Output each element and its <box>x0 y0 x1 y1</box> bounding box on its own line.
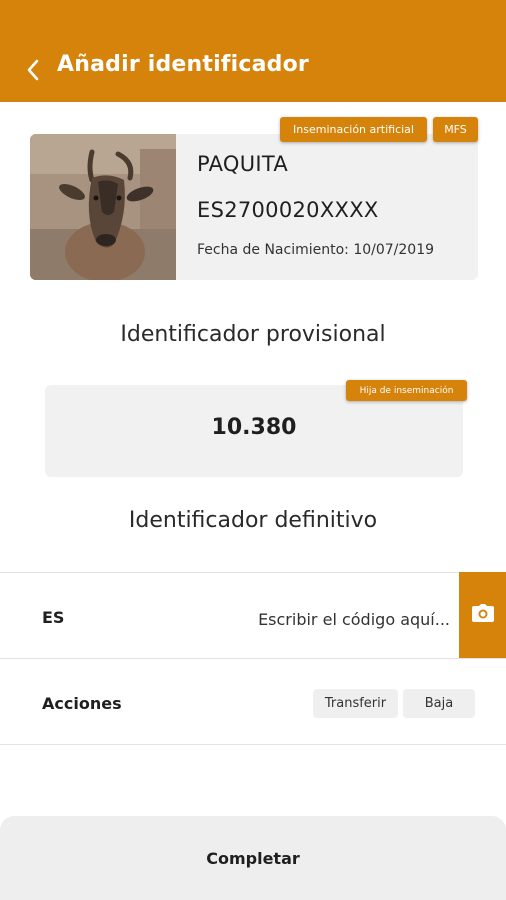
baja-button[interactable]: Baja <box>403 689 475 718</box>
divider <box>0 658 506 659</box>
birth-date: Fecha de Nacimiento: 10/07/2019 <box>197 242 435 258</box>
transfer-button[interactable]: Transferir <box>313 689 398 718</box>
divider <box>0 572 506 573</box>
definitive-title: Identificador definitivo <box>128 508 378 533</box>
goat-photo <box>30 134 176 280</box>
tag-mfs: MFS <box>433 117 478 142</box>
badge-hija-inseminacion: Hija de inseminación <box>346 380 467 401</box>
app-header: Añadir identificador <box>0 0 506 102</box>
camera-button[interactable] <box>459 572 506 658</box>
provisional-value: 10.380 <box>211 415 297 440</box>
animal-card: PAQUITA ES2700020XXXX Fecha de Nacimient… <box>30 134 478 280</box>
complete-button[interactable]: Completar <box>0 816 506 900</box>
animal-id: ES2700020XXXX <box>197 198 379 222</box>
camera-icon <box>471 604 494 626</box>
animal-name: PAQUITA <box>197 152 289 176</box>
code-input[interactable] <box>210 604 450 634</box>
actions-label: Acciones <box>42 694 122 713</box>
chevron-left-icon[interactable] <box>24 56 46 84</box>
provisional-title: Identificador provisional <box>120 322 386 347</box>
country-label: ES <box>42 608 65 627</box>
page-title: Añadir identificador <box>57 52 309 77</box>
tag-inseminacion: Inseminación artificial <box>280 117 427 142</box>
divider <box>0 744 506 745</box>
